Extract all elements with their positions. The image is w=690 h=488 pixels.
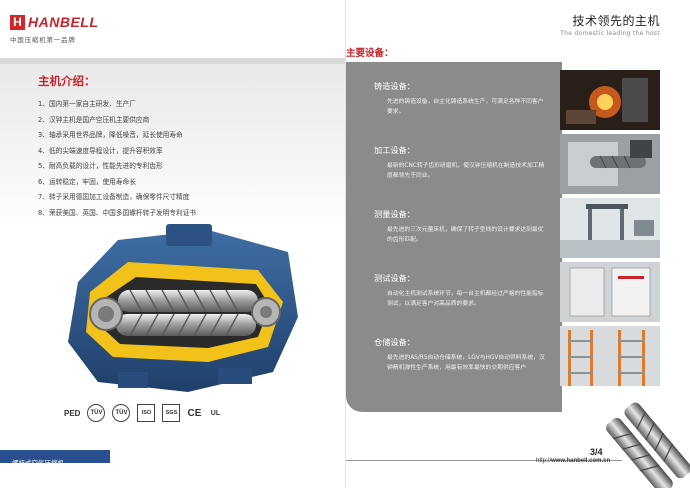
equipment-heading: 测量设备： [374,209,415,219]
ped-cert-icon: PED [64,408,81,418]
feature-item: 6、运转稳定，牢固，使用寿命长 [38,177,136,186]
equipment-desc: 先进的铸造设备，自主化铸造系统生产，可满足各种不同客户要求。 [387,99,544,115]
section-title: 主要设备： [346,48,394,59]
measuring-photo [560,198,660,258]
feature-list: 1、国内第一家自主研发、生产厂 2、汉钟主机是国产空压机主要供应商 3、轴承采用… [38,97,196,221]
feature-item: 7、转子采用德国加工设备制造，确保零件尺寸精度 [38,193,190,201]
equipment-desc: 最新的CNC转子齿形研磨机，使汉钟压缩机在制造技术加工精度都领先于同业。 [387,163,545,179]
equipment-measuring: 测量设备： 最先进的三次元量床机，确保了转子型线的设计要求达到最优的齿形匹配。 [374,208,549,245]
logo-mark: H HANBELL [10,14,120,30]
logo-h-icon: H [10,14,25,30]
feature-item: 5、耐高负载的设计，性能先进的专利齿形 [38,162,163,170]
screw-compressor-cutaway-image [68,224,298,392]
intro-title: 主机介绍： [38,74,96,88]
page-number: 3/4 [590,447,603,457]
feature-item: 2、汉钟主机是国产空压机主要供应商 [38,115,150,124]
tuv-cert-icon: TÜV [87,404,106,422]
equipment-machining: 加工设备： 最新的CNC转子齿形研磨机，使汉钟压缩机在制造技术加工精度都领先于同… [374,144,549,181]
equipment-desc: 自动化主机测试系统环节，每一台主机都经过严格的性能指标测试，以满足客户对高品质的… [387,291,544,307]
hanbell-logo: H HANBELL 中国压缩机第一品牌 [10,14,120,44]
feature-item: 4、低的尖端速度导程设计，提升容积效率 [38,146,163,155]
equipment-heading: 铸造设备： [374,81,415,91]
equipment-desc: 最先进的AS/RS自动仓储系统，LGV与HGV自动供料系统，汉钟精机弹性生产系统… [387,355,545,371]
testing-photo [560,262,660,322]
feature-item: 8、荣获美国、英国、中国多国螺杆转子发明专利证书 [38,208,197,217]
iso-cert-icon: ISO [137,404,156,422]
equipment-casting: 铸造设备： 先进的铸造设备，自主化铸造系统生产，可满足各种不同客户要求。 [374,80,549,117]
equipment-heading: 加工设备： [374,145,415,155]
website-domain: www.hanbell.com.cn [551,458,611,464]
website-prefix: http:// [536,458,552,464]
left-page: H HANBELL 中国压缩机第一品牌 主机介绍： 1、国内第一家自主研发、生产… [0,0,345,488]
feature-item: 3、轴承采用世界品牌，降低噪音，延长使用寿命 [38,131,183,139]
sgs-cert-icon: SGS [162,404,181,422]
machining-photo [560,134,660,194]
certification-row: PED TÜV TÜV ISO SGS CE UL [64,404,222,422]
storage-photo [560,326,660,386]
equipment-heading: 测试设备： [374,273,415,283]
right-page: 技术领先的主机 The domestic leading the host 主要… [346,0,690,488]
screw-rotors-image [606,402,690,488]
equipment-heading: 仓储设备： [374,337,415,347]
equipment-testing: 测试设备： 自动化主机测试系统环节，每一台主机都经过严格的性能指标测试，以满足客… [374,272,549,309]
brand-name: HANBELL [28,14,99,30]
left-footer-bar: 螺杆式空气压缩机 [0,450,110,467]
ce-cert-icon: CE [187,407,202,419]
left-footer-label: 螺杆式空气压缩机 [12,459,64,467]
page-subtitle: The domestic leading the host [560,30,660,37]
equipment-storage: 仓储设备： 最先进的AS/RS自动仓储系统，LGV与HGV自动供料系统，汉钟精机… [374,336,549,373]
tuv-cert-icon: TÜV [112,404,131,422]
casting-photo [560,70,660,130]
page-title: 技术领先的主机 [572,14,660,28]
feature-item: 1、国内第一家自主研发、生产厂 [38,100,136,108]
equipment-desc: 最先进的三次元量床机，确保了转子型线的设计要求达到最优的齿形匹配。 [387,227,544,243]
equipment-panel: 铸造设备： 先进的铸造设备，自主化铸造系统生产，可满足各种不同客户要求。 加工设… [346,62,562,412]
ul-cert-icon: UL [210,409,221,417]
website-link[interactable]: http://www.hanbell.com.cn [536,458,610,464]
brand-tagline: 中国压缩机第一品牌 [10,36,76,44]
